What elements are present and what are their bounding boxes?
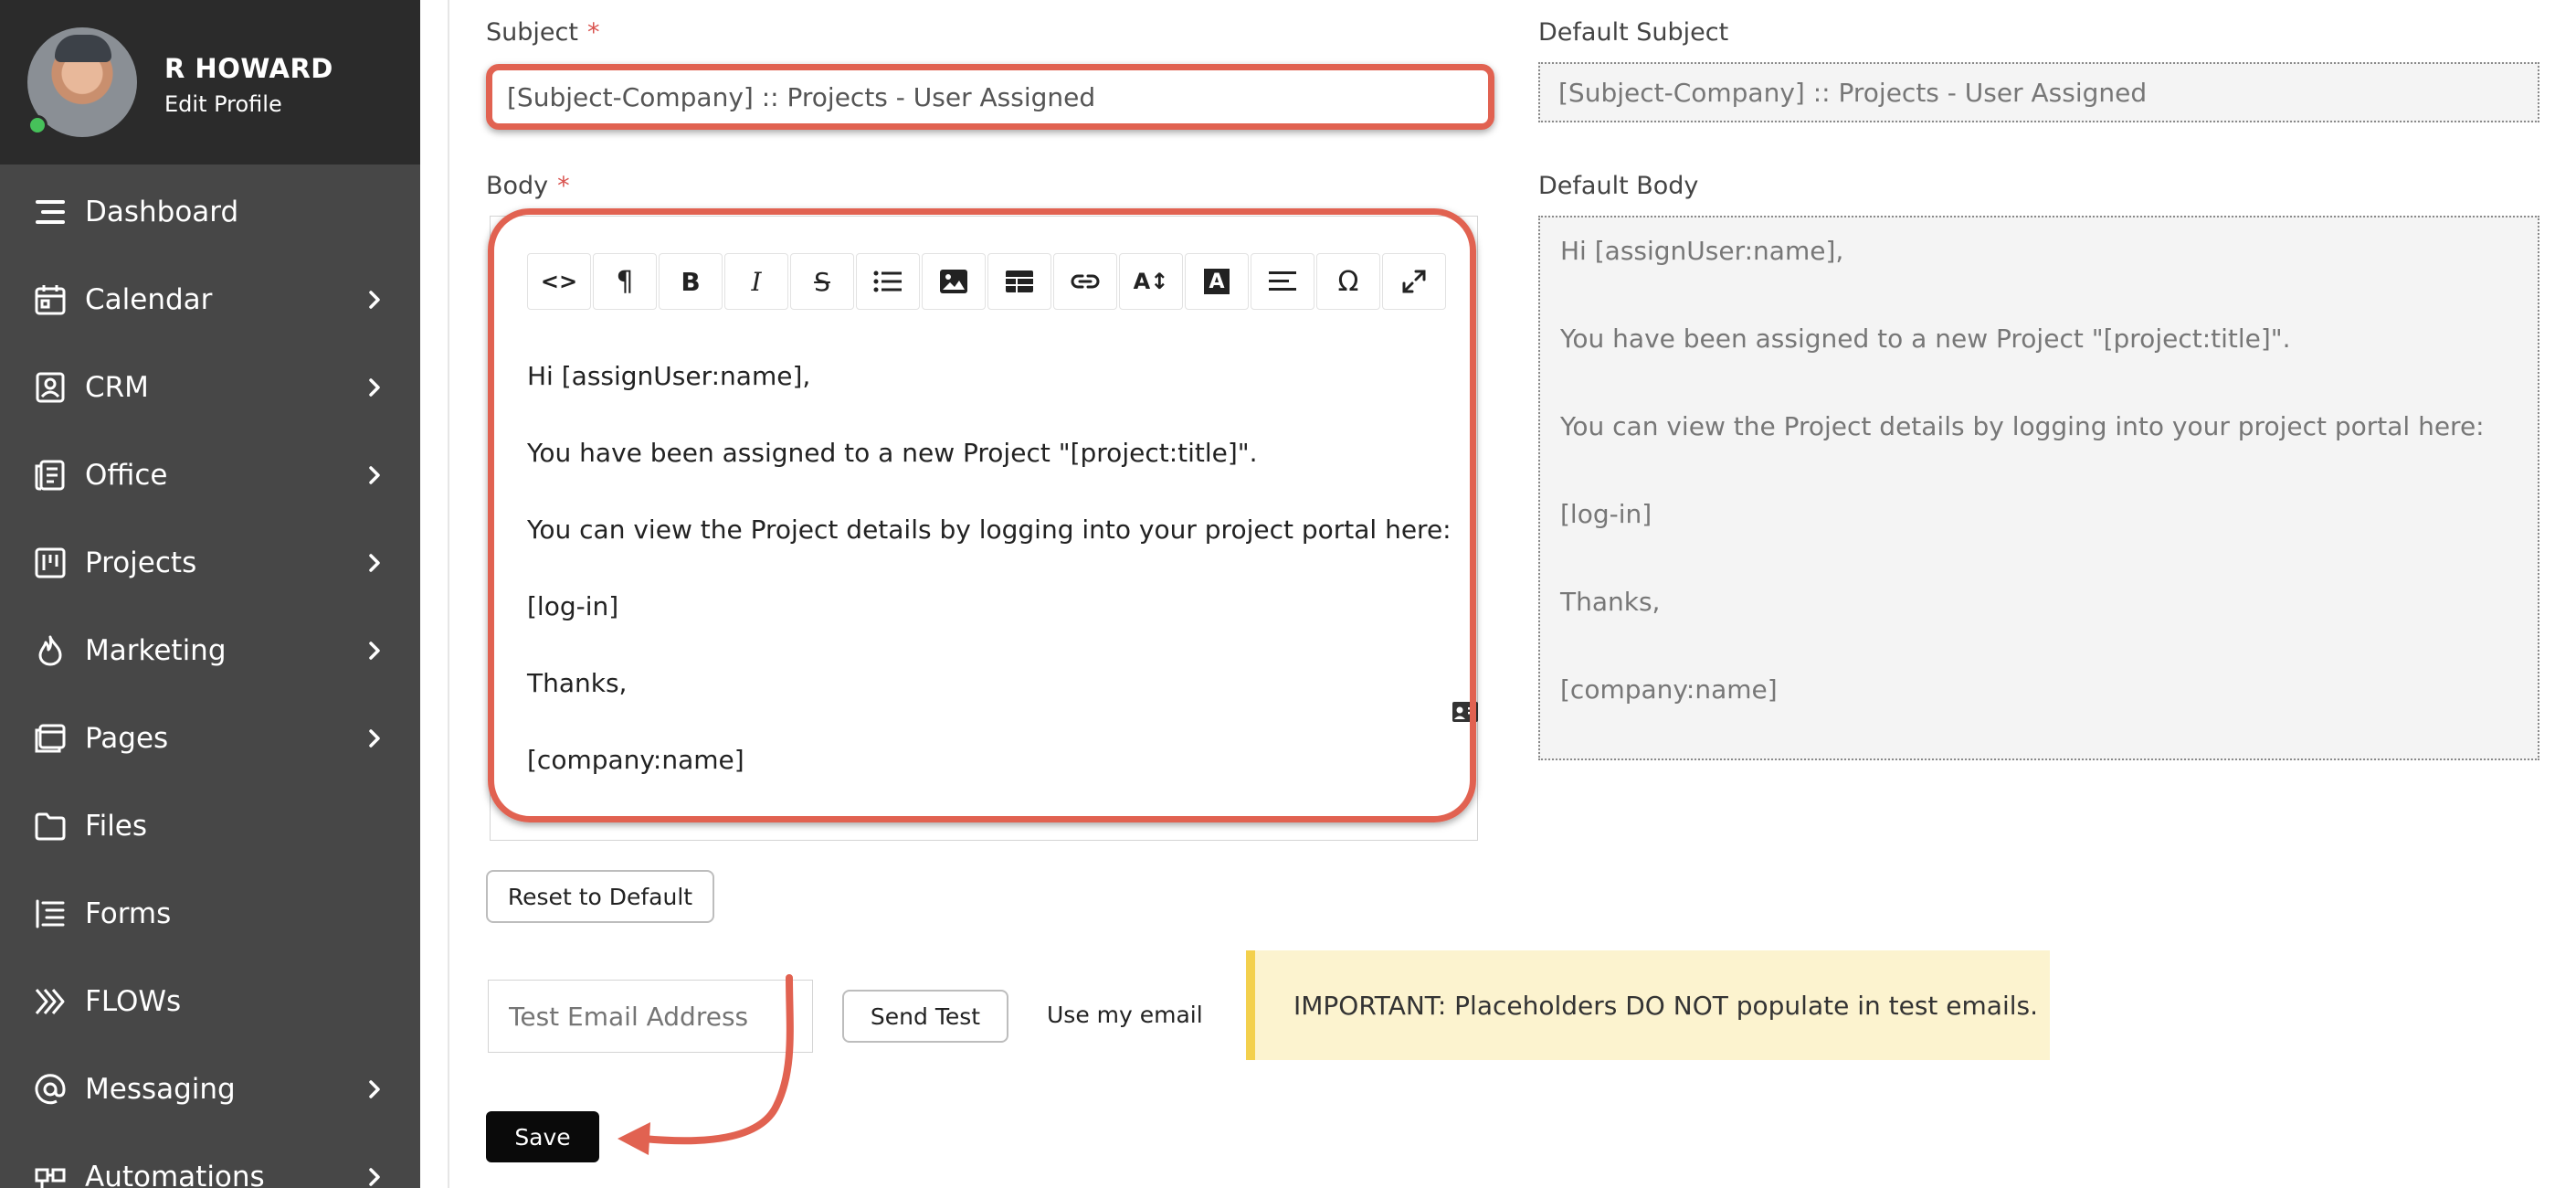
bold-icon[interactable]: B [659, 253, 723, 310]
link-icon[interactable] [1053, 253, 1117, 310]
default-body-line: You have been assigned to a new Project … [1560, 324, 2291, 354]
calendar-icon [33, 282, 68, 317]
arrow-annotation [618, 974, 794, 1155]
font-size-icon[interactable]: A↕ [1119, 253, 1183, 310]
fullscreen-icon[interactable] [1382, 253, 1446, 310]
body-line: You have been assigned to a new Project … [527, 438, 1258, 468]
form-list-icon [33, 896, 68, 931]
default-body-field: Hi [assignUser:name], You have been assi… [1538, 216, 2539, 760]
contact-card-icon[interactable] [1452, 701, 1479, 723]
default-subject-label: Default Subject [1538, 18, 1729, 47]
subject-input[interactable]: [Subject-Company] :: Projects - User Ass… [490, 68, 1491, 126]
special-char-icon[interactable]: Ω [1316, 253, 1380, 310]
edit-profile-link[interactable]: Edit Profile [164, 91, 282, 117]
sidebar-item-dashboard[interactable]: Dashboard [0, 168, 420, 256]
sidebar-item-messaging[interactable]: Messaging [0, 1045, 420, 1133]
body-line: [log-in] [527, 591, 619, 621]
default-body-line: Hi [assignUser:name], [1560, 236, 1844, 266]
kanban-board-icon [33, 546, 68, 580]
chevron-right-icon [369, 554, 380, 572]
default-subject-value: [Subject-Company] :: Projects - User Ass… [1558, 77, 2148, 108]
required-marker: * [586, 18, 600, 47]
send-test-button[interactable]: Send Test [842, 990, 1008, 1043]
sidebar: R HOWARD Edit Profile Dashboard Calendar… [0, 0, 420, 1188]
chevron-right-icon [369, 729, 380, 748]
image-icon[interactable] [922, 253, 986, 310]
sidebar-item-label: CRM [85, 371, 149, 404]
body-line: Hi [assignUser:name], [527, 361, 811, 391]
sidebar-item-marketing[interactable]: Marketing [0, 607, 420, 695]
sidebar-item-office[interactable]: Office [0, 431, 420, 519]
folder-icon [33, 809, 68, 843]
automation-icon [33, 1160, 68, 1188]
sidebar-item-label: Pages [85, 722, 169, 755]
sidebar-item-files[interactable]: Files [0, 782, 420, 870]
italic-icon[interactable]: I [724, 253, 788, 310]
sidebar-item-pages[interactable]: Pages [0, 695, 420, 782]
chevron-right-icon [369, 642, 380, 660]
flow-chevrons-icon [33, 984, 68, 1019]
subject-value: [Subject-Company] :: Projects - User Ass… [507, 81, 1096, 112]
use-my-email-link[interactable]: Use my email [1047, 1002, 1203, 1028]
paragraph-icon[interactable]: ¶ [593, 253, 657, 310]
contact-card-icon [33, 370, 68, 405]
sidebar-item-projects[interactable]: Projects [0, 519, 420, 607]
editor-toolbar: <> ¶ B I S A↕ A Ω [527, 253, 1446, 310]
online-status-icon [27, 115, 48, 135]
office-document-icon [33, 458, 68, 493]
sidebar-item-automations[interactable]: Automations [0, 1133, 420, 1188]
default-body-line: Thanks, [1560, 587, 1661, 617]
sidebar-item-label: Marketing [85, 634, 227, 667]
important-notice: IMPORTANT: Placeholders DO NOT populate … [1246, 950, 2050, 1060]
sidebar-item-flows[interactable]: FLOWs [0, 958, 420, 1045]
sidebar-item-label: Calendar [85, 283, 213, 316]
body-line: [company:name] [527, 745, 744, 775]
sidebar-item-forms[interactable]: Forms [0, 870, 420, 958]
save-button[interactable]: Save [486, 1111, 599, 1162]
sidebar-item-label: Dashboard [85, 196, 239, 228]
chevron-right-icon [369, 1080, 380, 1098]
profile-name: R HOWARD [164, 53, 333, 84]
chevron-right-icon [369, 466, 380, 484]
default-subject-field: [Subject-Company] :: Projects - User Ass… [1538, 62, 2539, 122]
sidebar-item-calendar[interactable]: Calendar [0, 256, 420, 344]
body-line: Thanks, [527, 668, 628, 698]
strikethrough-icon[interactable]: S [790, 253, 854, 310]
code-view-icon[interactable]: <> [527, 253, 591, 310]
sidebar-item-label: Forms [85, 897, 172, 930]
default-body-line: You can view the Project details by logg… [1560, 411, 2485, 441]
chevron-right-icon [369, 291, 380, 309]
table-icon[interactable] [987, 253, 1051, 310]
body-editor[interactable]: <> ¶ B I S A↕ A Ω Hi [assignUser:name], … [490, 216, 1478, 841]
body-label: Body * [486, 172, 570, 200]
browser-pages-icon [33, 721, 68, 756]
sidebar-item-label: Automations [85, 1161, 265, 1188]
required-marker: * [557, 172, 570, 200]
profile-header: R HOWARD Edit Profile [0, 0, 420, 164]
menu-lines-icon [33, 195, 68, 229]
bullet-list-icon[interactable] [856, 253, 920, 310]
sidebar-item-label: Projects [85, 546, 197, 579]
sidebar-item-label: FLOWs [85, 985, 182, 1018]
at-sign-icon [33, 1072, 68, 1107]
flame-icon [33, 633, 68, 668]
sidebar-item-crm[interactable]: CRM [0, 344, 420, 431]
reset-to-default-button[interactable]: Reset to Default [486, 870, 714, 923]
default-body-line: [log-in] [1560, 499, 1652, 529]
chevron-right-icon [369, 1168, 380, 1186]
align-icon[interactable] [1251, 253, 1314, 310]
subject-label: Subject * [486, 18, 600, 47]
sidebar-item-label: Office [85, 459, 168, 492]
text-color-icon[interactable]: A [1185, 253, 1249, 310]
body-line: You can view the Project details by logg… [527, 514, 1452, 545]
default-body-line: [company:name] [1560, 674, 1778, 705]
sidebar-item-label: Files [85, 810, 148, 843]
sidebar-item-label: Messaging [85, 1073, 236, 1106]
content-divider [448, 0, 449, 1188]
default-body-label: Default Body [1538, 172, 1699, 200]
chevron-right-icon [369, 378, 380, 397]
